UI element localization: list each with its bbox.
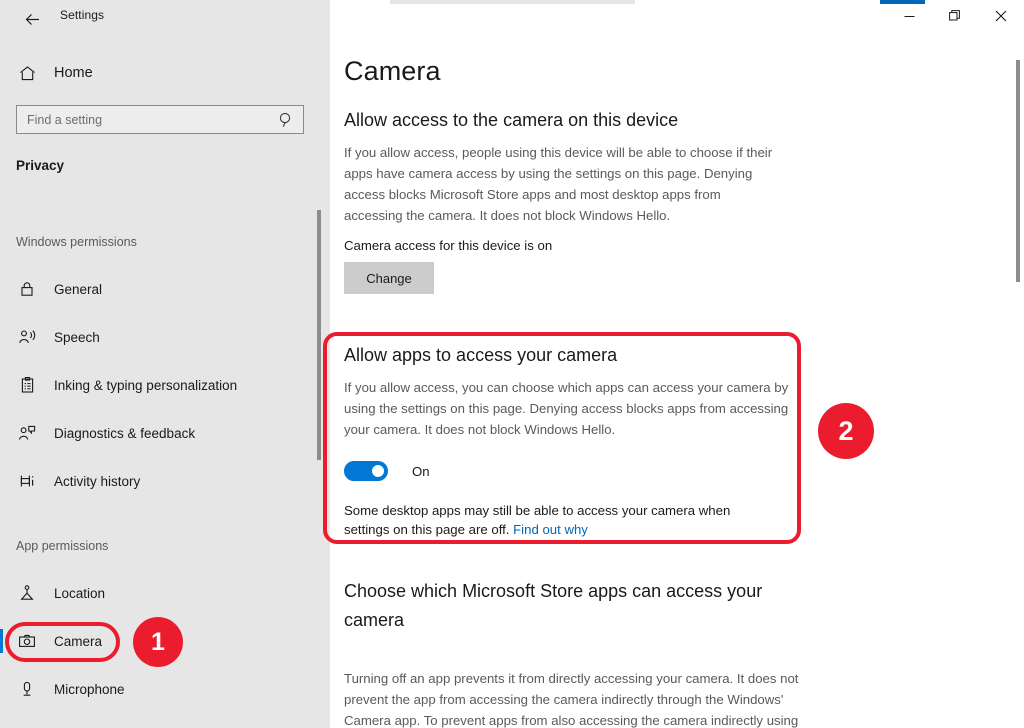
minimize-button[interactable] — [886, 0, 932, 32]
sidebar-item-microphone[interactable]: Microphone — [0, 669, 318, 709]
home-icon — [18, 64, 42, 83]
camera-apps-toggle[interactable] — [344, 461, 388, 481]
sidebar-item-activity-history[interactable]: Activity history — [0, 461, 318, 501]
search-box[interactable] — [16, 105, 304, 134]
sidebar: Settings Home Privacy Windows permiss — [0, 0, 330, 728]
speech-person-icon — [16, 328, 38, 346]
sidebar-item-activity-history-label: Activity history — [54, 473, 141, 489]
sidebar-item-speech-label: Speech — [54, 329, 100, 345]
sidebar-item-microphone-label: Microphone — [54, 681, 125, 697]
camera-icon — [16, 632, 38, 650]
sidebar-item-location[interactable]: Location — [0, 573, 318, 613]
settings-window: Settings Home Privacy Windows permiss — [0, 0, 1024, 728]
page-title: Camera — [344, 56, 441, 86]
location-pin-icon — [16, 584, 38, 602]
change-button[interactable]: Change — [344, 262, 434, 294]
content-scrollbar-thumb[interactable] — [1016, 60, 1020, 282]
section-heading-allow-access-device: Allow access to the camera on this devic… — [344, 110, 679, 130]
camera-apps-toggle-row: On — [344, 461, 430, 481]
sidebar-item-location-label: Location — [54, 585, 106, 601]
desktop-apps-footnote: Some desktop apps may still be able to a… — [344, 501, 764, 539]
sidebar-item-speech[interactable]: Speech — [0, 317, 318, 357]
sidebar-item-home[interactable]: Home — [8, 58, 308, 88]
sidebar-item-general-label: General — [54, 281, 103, 297]
sidebar-item-general[interactable]: General — [0, 269, 318, 309]
search-input[interactable] — [17, 106, 267, 133]
app-title: Settings — [60, 8, 105, 22]
sidebar-group-header-windows-permissions: Windows permissions — [16, 235, 137, 249]
sidebar-item-camera-label: Camera — [54, 633, 103, 649]
close-button[interactable] — [978, 0, 1024, 32]
restore-button[interactable] — [932, 0, 978, 32]
sidebar-group-header-app-permissions: App permissions — [16, 539, 109, 553]
clipboard-icon — [16, 376, 38, 394]
top-tab-strip — [390, 0, 925, 4]
sidebar-item-diagnostics-feedback[interactable]: Diagnostics & feedback — [0, 413, 318, 453]
find-out-why-link[interactable]: Find out why — [513, 522, 588, 537]
camera-access-status: Camera access for this device is on — [344, 238, 553, 253]
person-feedback-icon — [16, 424, 38, 442]
section-heading-choose-store-apps: Choose which Microsoft Store apps can ac… — [344, 581, 763, 630]
sidebar-item-camera[interactable]: Camera — [0, 621, 318, 661]
section-body-choose-store-apps: Turning off an app prevents it from dire… — [344, 671, 799, 728]
activity-history-icon — [16, 472, 38, 490]
sidebar-item-inking-typing-label: Inking & typing personalization — [54, 377, 238, 393]
sidebar-item-home-label: Home — [54, 65, 93, 81]
back-arrow-icon[interactable] — [12, 4, 52, 34]
sidebar-titlebar: Settings — [0, 0, 330, 32]
sidebar-category-title: Privacy — [16, 158, 65, 173]
sidebar-item-diagnostics-feedback-label: Diagnostics & feedback — [54, 425, 196, 441]
main-content: Camera Allow access to the camera on thi… — [330, 32, 1024, 728]
microphone-icon — [16, 680, 38, 698]
search-icon[interactable] — [278, 111, 295, 134]
camera-apps-toggle-state: On — [412, 463, 430, 479]
sidebar-scrollbar-thumb[interactable] — [317, 210, 321, 460]
window-controls — [886, 0, 1024, 32]
toggle-knob — [372, 465, 384, 477]
section-body-allow-access-device: If you allow access, people using this d… — [344, 145, 773, 223]
sidebar-item-inking-typing[interactable]: Inking & typing personalization — [0, 365, 318, 405]
selection-indicator — [0, 629, 3, 653]
lock-icon — [16, 280, 38, 298]
section-heading-allow-apps-camera: Allow apps to access your camera — [344, 345, 618, 365]
section-body-allow-apps-camera: If you allow access, you can choose whic… — [344, 380, 789, 437]
